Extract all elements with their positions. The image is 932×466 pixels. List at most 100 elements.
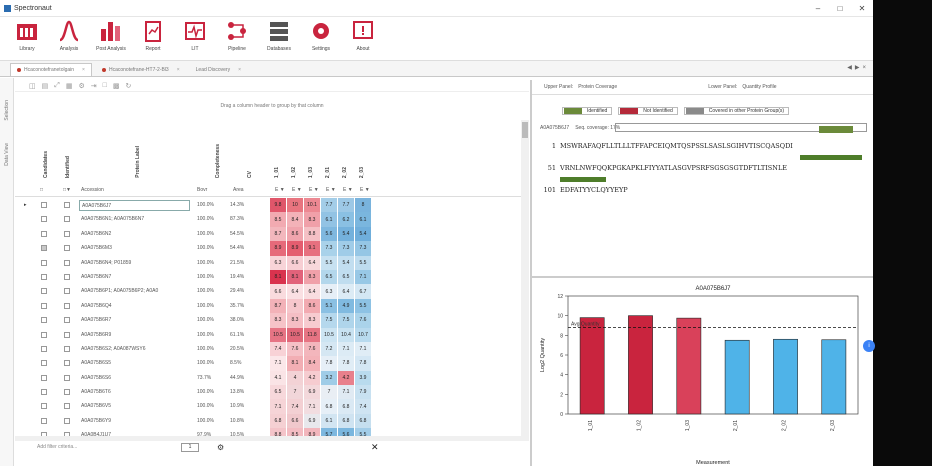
table-row[interactable]: A0A075B6V5 100.0% 10.9% 7.1 7.4 7.1 6.8 6.8 7.4	[15, 399, 529, 414]
table-row[interactable]: A0A075B6N4; P01859 100.0% 21.5% 6.3 6.6 6.4 5.…	[15, 255, 529, 270]
minimize-button[interactable]: –	[807, 4, 829, 13]
identified-checkbox[interactable]	[64, 245, 70, 252]
table-row[interactable]: A0A075B6R9 100.0% 61.1% 10.5 10.5 11.8 10.5 10.…	[15, 327, 529, 342]
candidate-checkbox[interactable]	[41, 202, 47, 208]
candidate-checkbox[interactable]	[41, 417, 47, 424]
candidate-checkbox[interactable]	[41, 288, 47, 295]
ribbon-report-button[interactable]: Report	[132, 18, 174, 52]
tab-hcaconotefranetolgain[interactable]: Hcaconotefranetolgain ×	[10, 63, 92, 76]
candidate-checkbox[interactable]	[41, 317, 47, 324]
identified-peptide[interactable]	[560, 177, 606, 182]
candidate-checkbox[interactable]	[41, 374, 47, 381]
side-tab-data-view[interactable]: Data View	[4, 143, 10, 166]
identified-peptide[interactable]	[800, 155, 862, 160]
sample-filter-icon[interactable]: E ▼	[343, 187, 353, 193]
header-accession[interactable]: Accession	[81, 187, 104, 193]
sample-filter-icon[interactable]: E ▼	[292, 187, 302, 193]
close-icon[interactable]: ×	[82, 67, 85, 73]
table-row[interactable]: A0A075B6N7 100.0% 19.4% 8.1 8.1 8.3 6.5 6.5 7.1	[15, 269, 529, 285]
ribbon-lit-button[interactable]: LIT	[174, 18, 216, 52]
filter-icon[interactable]: ⚙	[78, 82, 84, 90]
identified-checkbox[interactable]	[64, 331, 70, 338]
refresh-icon[interactable]: ↻	[126, 82, 132, 90]
identified-checkbox[interactable]	[64, 374, 70, 381]
select-icon[interactable]: ▤	[42, 82, 49, 90]
candidate-checkbox[interactable]	[41, 259, 47, 266]
table-row[interactable]: A0A075B6S5 100.0% 8.5% 7.1 8.1 8.4 7.8 7.8 7.8	[15, 356, 529, 371]
table-row[interactable]: A0A075B6N2 100.0% 54.5% 8.7 8.6 8.8 5.6 5.4 5.4	[15, 226, 529, 242]
table-row[interactable]: A0A075B6T6 100.0% 13.8% 6.5 7 6.9 7 7.1 7.9	[15, 385, 529, 400]
header-sample[interactable]: 2_01	[325, 167, 331, 178]
sample-filter-icon[interactable]: E ▼	[360, 187, 370, 193]
table-row[interactable]: ▸ A0A075B6J7 100.0% 14.3% 9.8 10 10.1 7.7 7.7 8	[15, 198, 529, 213]
tab-hcaconotefrane-ht7[interactable]: Hcaconotefrane-HT7-2-Bl3 ×	[96, 63, 186, 76]
header-candidate-icon[interactable]: □	[40, 187, 43, 193]
candidate-checkbox[interactable]	[41, 331, 47, 338]
candidate-checkbox[interactable]	[41, 216, 47, 223]
identified-checkbox[interactable]	[64, 345, 70, 352]
identified-checkbox[interactable]	[64, 216, 70, 223]
identified-checkbox[interactable]	[64, 403, 70, 410]
copy-icon[interactable]: ◫	[29, 82, 36, 90]
candidate-checkbox[interactable]	[41, 230, 47, 237]
header-identified[interactable]: Identified	[65, 156, 71, 178]
table-row[interactable]: A0A075B6Q4 100.0% 35.7% 8.7 8 8.6 5.1 4.9 5.5	[15, 298, 529, 314]
header-sample[interactable]: 1_02	[291, 167, 297, 178]
candidate-checkbox[interactable]	[41, 345, 47, 352]
table-icon[interactable]: ▦	[66, 82, 73, 90]
header-bovr[interactable]: Bovr	[197, 187, 207, 193]
ribbon-post-analysis-button[interactable]: Post Analysis	[90, 18, 132, 52]
identified-checkbox[interactable]	[64, 302, 70, 309]
scroll-thumb[interactable]	[522, 122, 528, 138]
table-row[interactable]: A0A075B6S6 73.7% 44.9% 4.1 4 4.2 3.2 4.2 3.9	[15, 370, 529, 386]
ribbon-about-button[interactable]: About	[342, 18, 384, 52]
candidate-checkbox[interactable]	[41, 389, 47, 396]
side-tab-selection[interactable]: Selection	[4, 100, 10, 121]
header-sample[interactable]: 2_03	[359, 167, 365, 178]
identified-checkbox[interactable]	[64, 360, 70, 367]
close-icon[interactable]: ×	[238, 67, 241, 73]
identified-checkbox[interactable]	[64, 389, 70, 396]
gear-icon[interactable]: ⚙	[217, 443, 224, 452]
tab-lead-discovery[interactable]: Lead Discovery ×	[190, 63, 247, 76]
identified-checkbox[interactable]	[64, 288, 70, 295]
table-row[interactable]: A0A075B6P1; A0A075B6P2; A0A0 100.0% 29.4% 6…	[15, 284, 529, 299]
candidate-checkbox[interactable]	[41, 273, 47, 280]
ribbon-settings-button[interactable]: Settings	[300, 18, 342, 52]
ribbon-library-button[interactable]: Library	[6, 18, 48, 52]
coverage-track[interactable]	[615, 123, 867, 133]
identified-checkbox[interactable]	[64, 202, 70, 208]
header-sample[interactable]: 2_02	[342, 167, 348, 178]
clear-icon[interactable]: □	[103, 82, 107, 89]
lower-panel-dropdown[interactable]: Quantity Profile	[742, 84, 842, 90]
ribbon-analysis-button[interactable]: Analysis	[48, 18, 90, 52]
close-filter-icon[interactable]: ✕	[371, 442, 379, 453]
notification-badge[interactable]: i	[863, 340, 875, 352]
ribbon-databases-button[interactable]: Databases	[258, 18, 300, 52]
accession-cell[interactable]: A0A075B6J7	[79, 200, 190, 211]
filter-criteria-link[interactable]: Add filter criteria...	[37, 444, 77, 450]
table-row[interactable]: A0A075B6S2; A0A087WSY6 100.0% 20.5% 7.4 7.6 7…	[15, 341, 529, 357]
maximize-button[interactable]: □	[829, 4, 851, 13]
header-sample[interactable]: 1_03	[308, 167, 314, 178]
close-button[interactable]: ✕	[851, 4, 873, 13]
table-row[interactable]: A0A075B6Y9 100.0% 10.8% 6.8 6.6 6.9 6.1 6.8 6.8	[15, 413, 529, 429]
header-cv[interactable]: CV	[247, 171, 253, 178]
header-identified-icon[interactable]: □▼	[63, 187, 71, 193]
level-selector[interactable]: 1	[181, 442, 199, 452]
candidate-checkbox[interactable]	[41, 302, 47, 309]
expand-icon[interactable]: ⤢	[54, 82, 60, 90]
table-row[interactable]: A0A075B6R7 100.0% 38.0% 8.3 8.3 8.3 7.5 7.5 7.6	[15, 313, 529, 328]
header-area[interactable]: Area	[233, 187, 244, 193]
identified-checkbox[interactable]	[64, 417, 70, 424]
identified-checkbox[interactable]	[64, 273, 70, 280]
candidate-checkbox[interactable]	[41, 403, 47, 410]
identified-checkbox[interactable]	[64, 317, 70, 324]
header-completeness[interactable]: Completeness	[215, 144, 221, 178]
tab-navigation[interactable]: ◀▶×	[847, 64, 869, 71]
identified-checkbox[interactable]	[64, 259, 70, 266]
candidate-checkbox[interactable]	[41, 245, 47, 252]
table-row[interactable]: A0A075B6M3 100.0% 54.4% 8.9 8.9 9.1 7.3 7.3 7.3	[15, 241, 529, 256]
close-icon[interactable]: ×	[177, 67, 180, 73]
sample-filter-icon[interactable]: E ▼	[309, 187, 319, 193]
